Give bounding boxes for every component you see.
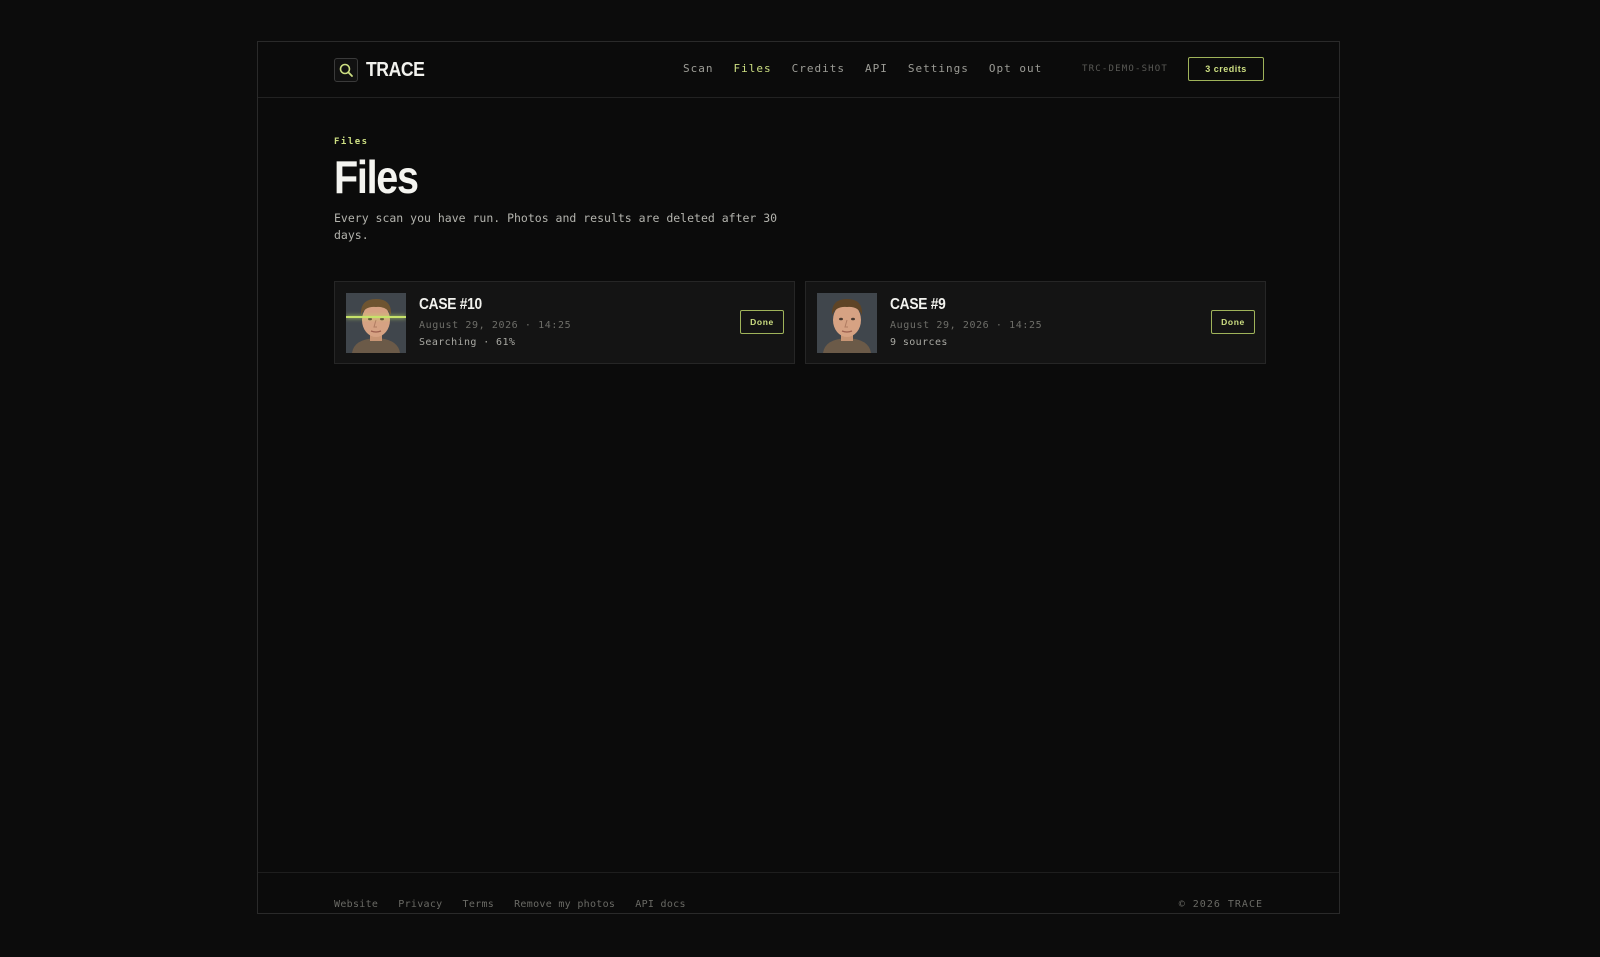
- nav-item-files[interactable]: Files: [734, 62, 772, 75]
- nav-item-scan[interactable]: Scan: [683, 62, 714, 75]
- footer-links: Website Privacy Terms Remove my photos A…: [334, 899, 686, 910]
- app-window: TRACE Scan Files Credits API Settings Op…: [257, 41, 1340, 914]
- face-photo-thumbnail: [817, 293, 877, 353]
- credits-button[interactable]: 3 credits: [1188, 57, 1264, 81]
- footer-link-privacy[interactable]: Privacy: [398, 899, 442, 910]
- magnifier-icon: [334, 58, 358, 82]
- case-title: CASE #9: [890, 296, 946, 313]
- done-button[interactable]: Done: [1211, 310, 1255, 334]
- footer-link-website[interactable]: Website: [334, 899, 378, 910]
- case-status: 9 sources: [890, 337, 948, 348]
- case-date: August 29, 2026 · 14:25: [890, 320, 1043, 331]
- account-id: TRC-DEMO-SHOT: [1082, 64, 1169, 74]
- case-title: CASE #10: [419, 296, 482, 313]
- brand-name: TRACE: [366, 58, 425, 81]
- footer-link-terms[interactable]: Terms: [463, 899, 495, 910]
- section-eyebrow: Files: [334, 137, 369, 147]
- page-title: Files: [334, 151, 419, 203]
- nav-item-opt-out[interactable]: Opt out: [989, 62, 1042, 75]
- scan-progress-line: [346, 316, 406, 318]
- case-card[interactable]: CASE #10 August 29, 2026 · 14:25 Searchi…: [334, 281, 795, 364]
- nav-item-api[interactable]: API: [865, 62, 888, 75]
- footer-link-api-docs[interactable]: API docs: [635, 899, 686, 910]
- done-button[interactable]: Done: [740, 310, 784, 334]
- nav-item-credits[interactable]: Credits: [792, 62, 845, 75]
- nav-item-settings[interactable]: Settings: [908, 62, 969, 75]
- main-nav: Scan Files Credits API Settings Opt out: [683, 62, 1042, 75]
- footer-divider: [258, 872, 1339, 873]
- footer-link-remove-photos[interactable]: Remove my photos: [514, 899, 615, 910]
- page-subtitle: Every scan you have run. Photos and resu…: [334, 211, 778, 242]
- face-photo-thumbnail: [346, 293, 406, 353]
- copyright: © 2026 TRACE: [1178, 899, 1263, 910]
- case-status: Searching · 61%: [419, 337, 516, 348]
- brand-logo[interactable]: TRACE: [334, 58, 432, 82]
- case-card[interactable]: CASE #9 August 29, 2026 · 14:25 9 source…: [805, 281, 1266, 364]
- top-navigation-bar: TRACE Scan Files Credits API Settings Op…: [258, 42, 1339, 98]
- case-date: August 29, 2026 · 14:25: [419, 320, 572, 331]
